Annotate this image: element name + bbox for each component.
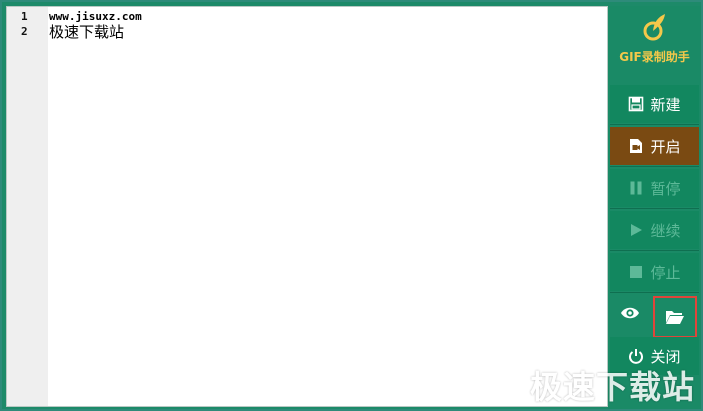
preview-button[interactable]: [610, 294, 650, 332]
divider: [610, 250, 699, 251]
line-number: 1: [21, 10, 28, 23]
resume-button[interactable]: 继续: [610, 211, 699, 249]
leaf-logo-icon: [643, 14, 665, 41]
line-text: 极速下载站: [49, 23, 125, 41]
new-button-label: 新建: [650, 95, 681, 114]
start-button[interactable]: 开启: [610, 127, 699, 165]
new-button[interactable]: 新建: [610, 85, 699, 123]
divider: [610, 208, 699, 209]
app-logo: GIF录制助手: [608, 6, 701, 84]
start-button-label: 开启: [650, 137, 681, 156]
divider: [610, 166, 699, 167]
folder-open-icon: [666, 311, 684, 324]
control-panel: GIF录制助手 新建 开启 暂停 继续 停止 关闭: [608, 6, 701, 409]
text-editor[interactable]: 1 www.jisuxz.com 2 极速下载站: [6, 6, 608, 407]
record-file-icon: [630, 139, 643, 153]
divider: [610, 124, 699, 125]
stop-button[interactable]: 停止: [610, 253, 699, 291]
resume-button-label: 继续: [650, 221, 681, 240]
eye-icon: [621, 307, 639, 319]
line-number: 2: [21, 25, 28, 38]
pause-button[interactable]: 暂停: [610, 169, 699, 207]
stop-icon: [630, 266, 643, 278]
play-icon: [631, 224, 643, 236]
pause-button-label: 暂停: [650, 179, 681, 198]
divider: [610, 292, 699, 293]
watermark: 极速下载站: [530, 368, 696, 406]
app-title: GIF录制助手: [619, 50, 690, 64]
save-icon: [629, 96, 644, 112]
line-number-gutter: [7, 7, 48, 406]
open-folder-button[interactable]: [653, 296, 697, 338]
pause-icon: [630, 181, 642, 195]
app-window: 1 www.jisuxz.com 2 极速下载站 GIF录制助手 新建 开启 暂…: [0, 0, 703, 411]
stop-button-label: 停止: [650, 263, 681, 282]
